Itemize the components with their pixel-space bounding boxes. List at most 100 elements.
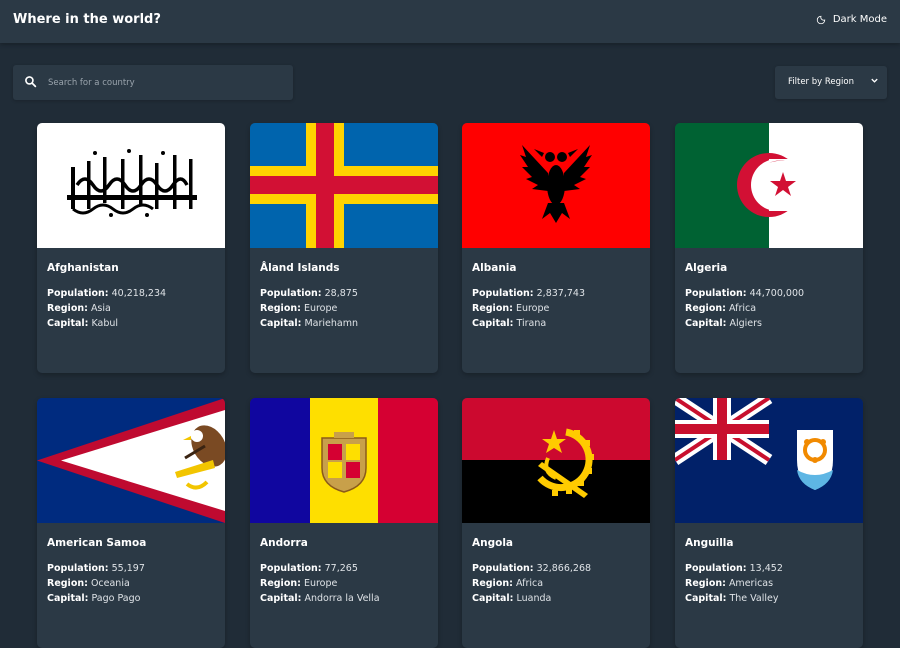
population-line: Population: 13,452: [685, 561, 783, 576]
capital-line: Capital: Luanda: [472, 591, 591, 606]
capital-label: Capital:: [260, 593, 302, 604]
flag-image: [250, 398, 438, 523]
country-name: Algeria: [685, 262, 728, 274]
dark-mode-label: Dark Mode: [832, 14, 887, 25]
filter-label: Filter by Region: [788, 77, 854, 87]
population-value: 13,452: [749, 563, 783, 574]
population-line: Population: 40,218,234: [47, 286, 166, 301]
search-icon: [25, 76, 37, 88]
capital-value: The Valley: [729, 593, 779, 604]
region-label: Region:: [47, 578, 88, 589]
country-card[interactable]: Angola Population: 32,866,268 Region: Af…: [462, 398, 650, 648]
region-line: Region: Americas: [685, 576, 783, 591]
region-value: Europe: [303, 303, 338, 314]
capital-line: Capital: Kabul: [47, 316, 166, 331]
region-value: Africa: [728, 303, 757, 314]
flag-image: [675, 398, 863, 523]
region-filter-dropdown[interactable]: Filter by Region: [775, 66, 887, 99]
country-info: Population: 13,452 Region: Americas Capi…: [685, 561, 783, 606]
country-info: Population: 28,875 Region: Europe Capita…: [260, 286, 358, 331]
population-label: Population:: [47, 288, 109, 299]
region-line: Region: Europe: [472, 301, 585, 316]
country-card[interactable]: American Samoa Population: 55,197 Region…: [37, 398, 225, 648]
flag-image: [462, 398, 650, 523]
capital-label: Capital:: [260, 318, 302, 329]
population-line: Population: 2,837,743: [472, 286, 585, 301]
country-info: Population: 32,866,268 Region: Africa Ca…: [472, 561, 591, 606]
region-line: Region: Oceania: [47, 576, 145, 591]
region-label: Region:: [472, 578, 513, 589]
capital-label: Capital:: [685, 318, 727, 329]
search-box: [13, 65, 293, 100]
region-label: Region:: [685, 578, 726, 589]
capital-label: Capital:: [685, 593, 727, 604]
flag-image: [37, 123, 225, 248]
capital-line: Capital: Tirana: [472, 316, 585, 331]
region-value: Europe: [303, 578, 338, 589]
population-label: Population:: [685, 288, 747, 299]
population-line: Population: 44,700,000: [685, 286, 804, 301]
country-name: Anguilla: [685, 537, 734, 549]
population-label: Population:: [260, 288, 322, 299]
region-value: Asia: [90, 303, 111, 314]
region-label: Region:: [260, 578, 301, 589]
country-name: American Samoa: [47, 537, 147, 549]
capital-label: Capital:: [472, 318, 514, 329]
population-value: 32,866,268: [536, 563, 592, 574]
population-value: 2,837,743: [536, 288, 585, 299]
region-line: Region: Asia: [47, 301, 166, 316]
population-label: Population:: [472, 288, 534, 299]
capital-line: Capital: Pago Pago: [47, 591, 145, 606]
app-header: Where in the world? Dark Mode: [0, 0, 900, 43]
search-input[interactable]: [48, 65, 283, 100]
flag-image: [37, 398, 225, 523]
region-value: Africa: [515, 578, 544, 589]
country-card[interactable]: Anguilla Population: 13,452 Region: Amer…: [675, 398, 863, 648]
population-label: Population:: [47, 563, 109, 574]
region-line: Region: Europe: [260, 576, 380, 591]
country-info: Population: 77,265 Region: Europe Capita…: [260, 561, 380, 606]
population-value: 28,875: [324, 288, 358, 299]
population-line: Population: 55,197: [47, 561, 145, 576]
region-label: Region:: [260, 303, 301, 314]
page-title: Where in the world?: [13, 12, 161, 27]
region-line: Region: Africa: [685, 301, 804, 316]
country-name: Afghanistan: [47, 262, 119, 274]
moon-icon: [816, 15, 826, 24]
population-line: Population: 28,875: [260, 286, 358, 301]
country-card[interactable]: Åland Islands Population: 28,875 Region:…: [250, 123, 438, 373]
capital-value: Pago Pago: [91, 593, 141, 604]
country-info: Population: 2,837,743 Region: Europe Cap…: [472, 286, 585, 331]
population-label: Population:: [260, 563, 322, 574]
population-label: Population:: [685, 563, 747, 574]
capital-value: Luanda: [516, 593, 552, 604]
capital-line: Capital: Mariehamn: [260, 316, 358, 331]
country-card[interactable]: Andorra Population: 77,265 Region: Europ…: [250, 398, 438, 648]
country-info: Population: 55,197 Region: Oceania Capit…: [47, 561, 145, 606]
capital-line: Capital: Andorra la Vella: [260, 591, 380, 606]
country-card[interactable]: Algeria Population: 44,700,000 Region: A…: [675, 123, 863, 373]
flag-image: [675, 123, 863, 248]
region-label: Region:: [685, 303, 726, 314]
capital-label: Capital:: [472, 593, 514, 604]
country-card[interactable]: Albania Population: 2,837,743 Region: Eu…: [462, 123, 650, 373]
chevron-down-icon: [871, 78, 878, 83]
country-name: Åland Islands: [260, 262, 340, 274]
population-label: Population:: [472, 563, 534, 574]
region-value: Oceania: [90, 578, 130, 589]
population-value: 44,700,000: [749, 288, 805, 299]
country-info: Population: 40,218,234 Region: Asia Capi…: [47, 286, 166, 331]
capital-value: Mariehamn: [304, 318, 359, 329]
capital-line: Capital: Algiers: [685, 316, 804, 331]
flag-image: [250, 123, 438, 248]
population-value: 77,265: [324, 563, 358, 574]
population-value: 55,197: [111, 563, 145, 574]
region-value: Americas: [728, 578, 774, 589]
dark-mode-toggle[interactable]: Dark Mode: [816, 14, 887, 25]
country-name: Angola: [472, 537, 514, 549]
country-name: Albania: [472, 262, 517, 274]
country-name: Andorra: [260, 537, 308, 549]
population-line: Population: 77,265: [260, 561, 380, 576]
country-info: Population: 44,700,000 Region: Africa Ca…: [685, 286, 804, 331]
country-card[interactable]: Afghanistan Population: 40,218,234 Regio…: [37, 123, 225, 373]
